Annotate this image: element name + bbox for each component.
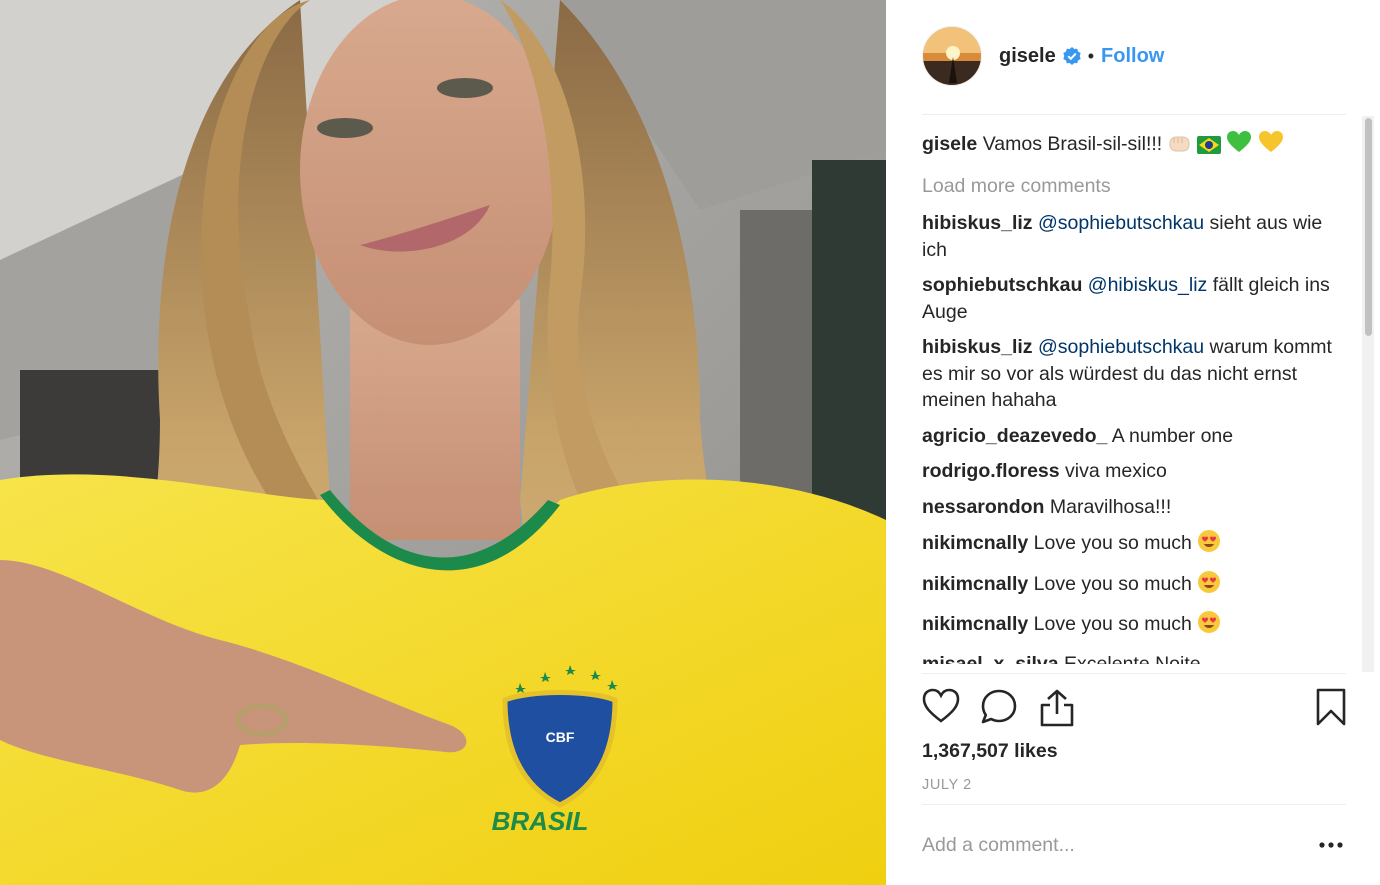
divider bbox=[922, 114, 1346, 115]
add-comment-input[interactable] bbox=[922, 828, 1302, 862]
post-photo[interactable]: CBF BRASIL bbox=[0, 0, 886, 885]
comment: nessarondon Maravilhosa!!! bbox=[922, 494, 1338, 521]
header-username[interactable]: gisele bbox=[999, 45, 1056, 68]
divider bbox=[922, 673, 1346, 674]
likes-count[interactable]: 1,367,507 likes bbox=[922, 740, 1058, 763]
photo-image: CBF BRASIL bbox=[0, 0, 886, 885]
heart-eyes-emoji-icon bbox=[1197, 610, 1221, 642]
comment-bubble-icon[interactable] bbox=[980, 688, 1018, 731]
comment: misael_x_silva Excelente Noite bbox=[922, 651, 1338, 665]
post-header: gisele • Follow bbox=[922, 25, 1164, 87]
comment-mention[interactable]: @hibiskus_liz bbox=[1088, 274, 1208, 296]
comment-mention[interactable]: @sophiebutschkau bbox=[1038, 336, 1204, 358]
comment-text: Love you so much bbox=[1033, 613, 1192, 635]
comment: nikimcnally Love you so much bbox=[922, 570, 1338, 602]
comment-username[interactable]: misael_x_silva bbox=[922, 653, 1059, 665]
brazil-flag-icon bbox=[1197, 135, 1222, 162]
caption-username[interactable]: gisele bbox=[922, 133, 977, 155]
comment: hibiskus_liz @sophiebutschkau warum komm… bbox=[922, 334, 1338, 414]
heart-eyes-emoji-icon bbox=[1197, 529, 1221, 561]
comment-text: Love you so much bbox=[1033, 572, 1192, 595]
more-options-icon[interactable] bbox=[1318, 836, 1344, 854]
comment-text: Excelente Noite bbox=[1064, 652, 1201, 665]
avatar-image bbox=[923, 27, 981, 85]
comment-text: Love you so much bbox=[1033, 532, 1192, 554]
comment-username[interactable]: nessarondon bbox=[922, 496, 1044, 518]
scrollbar-thumb[interactable] bbox=[1365, 118, 1372, 336]
comment: hibiskus_liz @sophiebutschkau sieht aus … bbox=[922, 210, 1338, 263]
post-date[interactable]: JULY 2 bbox=[922, 777, 972, 793]
comment-username[interactable]: nikimcnally bbox=[922, 532, 1028, 554]
green-heart-icon bbox=[1226, 130, 1252, 162]
load-more-comments-button[interactable]: Load more comments bbox=[922, 173, 1338, 200]
comment-username[interactable]: hibiskus_liz bbox=[922, 336, 1033, 358]
header-separator: • bbox=[1087, 45, 1095, 66]
heart-icon[interactable] bbox=[922, 688, 960, 729]
comments-list[interactable]: gisele Vamos Brasil-sil-sil!!! Load more… bbox=[922, 130, 1338, 664]
comment-username[interactable]: rodrigo.floress bbox=[922, 460, 1060, 482]
comment-username[interactable]: nikimcnally bbox=[922, 573, 1028, 595]
caption-text: Vamos Brasil-sil-sil!!! bbox=[982, 133, 1163, 155]
comment: nikimcnally Love you so much bbox=[922, 610, 1338, 642]
yellow-heart-icon bbox=[1258, 130, 1284, 162]
comment-username[interactable]: nikimcnally bbox=[922, 613, 1028, 635]
comment: sophiebutschkau @hibiskus_liz fällt glei… bbox=[922, 272, 1338, 325]
follow-button[interactable]: Follow bbox=[1101, 45, 1164, 68]
comment: agricio_deazevedo_ A number one bbox=[922, 423, 1338, 450]
heart-eyes-emoji-icon bbox=[1197, 570, 1221, 602]
post-actions bbox=[922, 688, 1346, 728]
verified-badge-icon bbox=[1062, 46, 1082, 66]
comments-scrollbar[interactable] bbox=[1362, 116, 1374, 672]
share-icon[interactable] bbox=[1038, 688, 1076, 733]
avatar[interactable] bbox=[922, 26, 982, 86]
post-sidebar: gisele • Follow gisele Vamos Brasil-sil-… bbox=[886, 0, 1380, 885]
comment-username[interactable]: sophiebutschkau bbox=[922, 274, 1082, 296]
badge-text: CBF bbox=[546, 729, 575, 745]
comment: nikimcnally Love you so much bbox=[922, 529, 1338, 561]
comment-mention[interactable]: @sophiebutschkau bbox=[1038, 212, 1204, 234]
divider bbox=[922, 804, 1346, 805]
comment-username[interactable]: hibiskus_liz bbox=[922, 212, 1033, 234]
fist-emoji-icon bbox=[1168, 132, 1192, 162]
comment-text: Maravilhosa!!! bbox=[1049, 495, 1172, 518]
jersey-text: BRASIL bbox=[492, 806, 589, 836]
comment: rodrigo.floress viva mexico bbox=[922, 458, 1338, 485]
comment-text: viva mexico bbox=[1065, 460, 1167, 482]
post-caption: gisele Vamos Brasil-sil-sil!!! bbox=[922, 130, 1338, 162]
bookmark-icon[interactable] bbox=[1316, 688, 1346, 731]
comment-username[interactable]: agricio_deazevedo_ bbox=[922, 425, 1107, 447]
comment-text: A number one bbox=[1111, 424, 1234, 447]
